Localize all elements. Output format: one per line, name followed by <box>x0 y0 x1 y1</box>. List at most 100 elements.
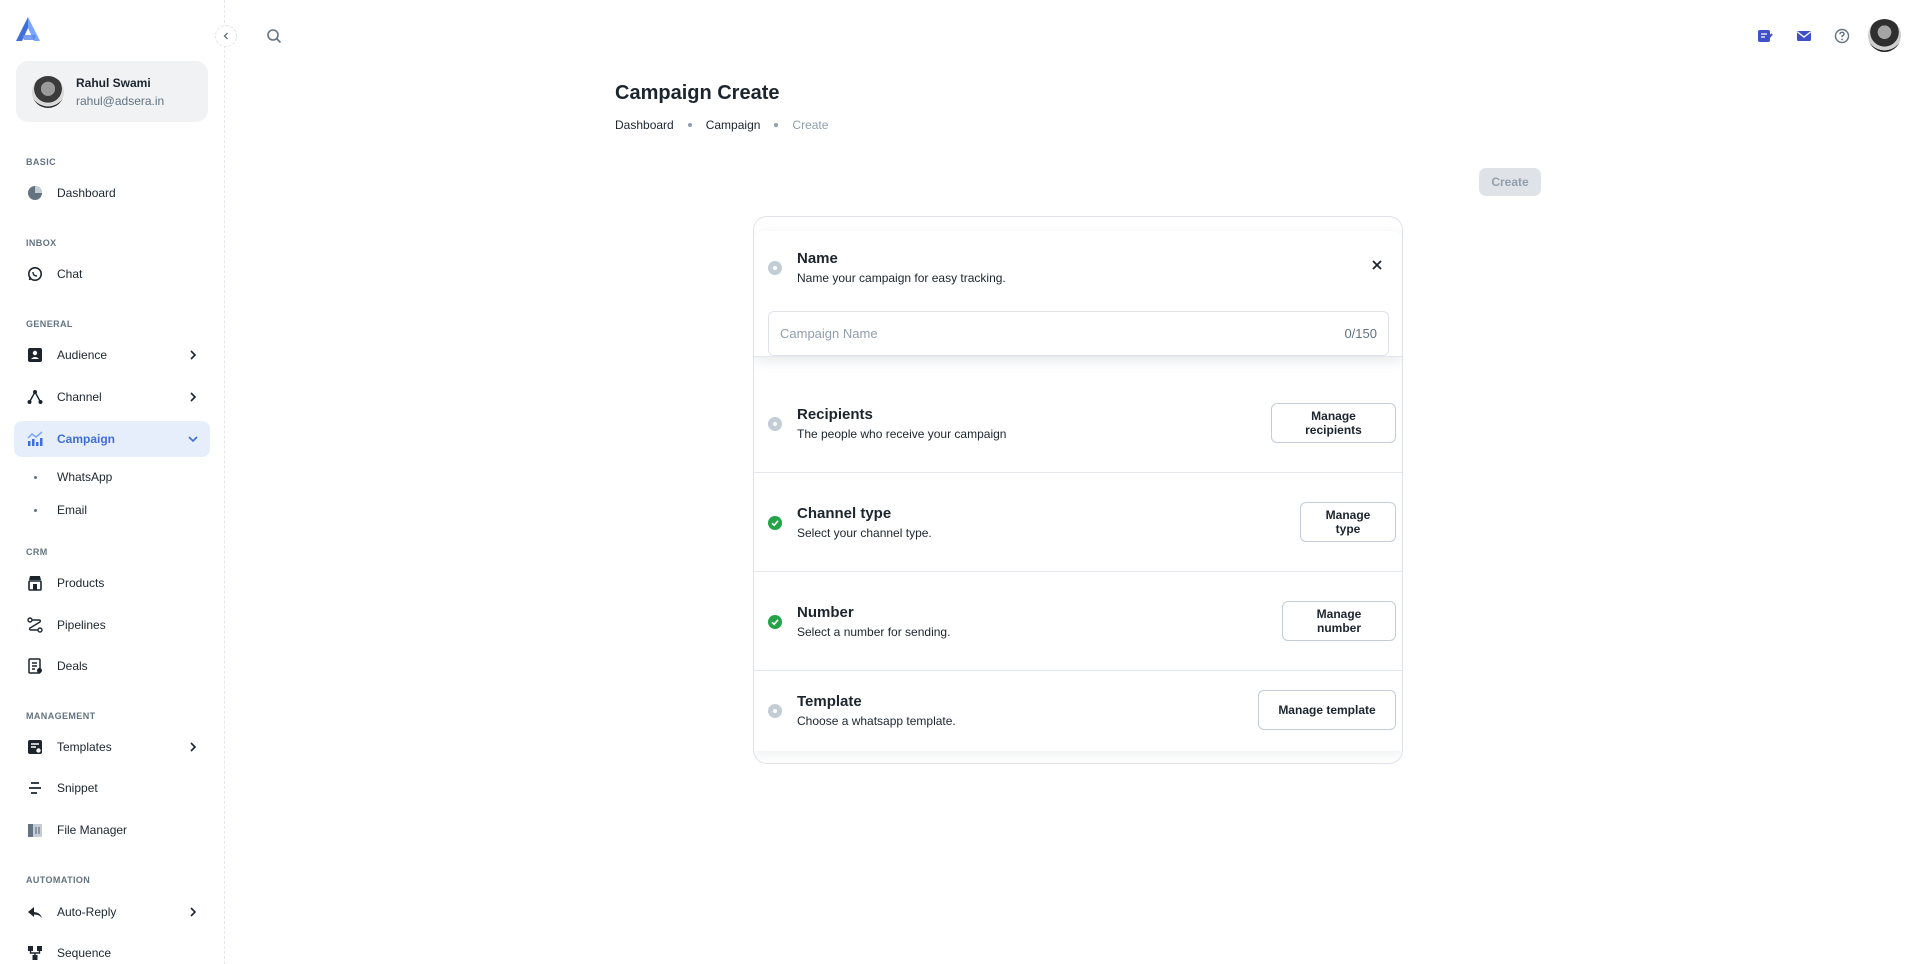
step-status-done-icon <box>768 615 782 629</box>
check-icon <box>771 520 779 527</box>
breadcrumb-create: Create <box>792 118 829 132</box>
sidebar-item-label: Channel <box>57 390 102 404</box>
sidebar-item-auto-reply[interactable]: Auto-Reply <box>14 894 210 930</box>
chevron-right-icon <box>190 392 197 402</box>
user-card[interactable]: Rahul Swami rahul@adsera.in <box>16 61 208 122</box>
text-lines-icon <box>26 779 44 797</box>
character-counter: 0/150 <box>1344 326 1377 341</box>
sidebar-item-sequence[interactable]: Sequence <box>14 935 210 964</box>
breadcrumb-dashboard[interactable]: Dashboard <box>615 118 674 132</box>
account-avatar[interactable] <box>1868 19 1901 52</box>
step-title: Channel type <box>797 505 892 522</box>
section-label-basic: BASIC <box>26 157 57 167</box>
sidebar-item-deals[interactable]: Deals <box>14 648 210 684</box>
section-label-general: GENERAL <box>26 319 73 329</box>
section-label-automation: AUTOMATION <box>26 875 91 885</box>
chevron-right-icon <box>190 907 197 917</box>
create-button[interactable]: Create <box>1479 168 1541 196</box>
sidebar-item-label: Auto-Reply <box>57 905 117 919</box>
sidebar-item-label: Templates <box>57 740 112 754</box>
step-title: Template <box>797 693 862 710</box>
step-status-pending-icon <box>768 417 782 431</box>
chart-icon <box>26 430 44 448</box>
sidebar-item-label: Snippet <box>57 781 98 795</box>
manage-number-button[interactable]: Manage number <box>1282 601 1396 641</box>
step-description: Select your channel type. <box>797 526 932 540</box>
template-icon <box>26 738 44 756</box>
sidebar-item-label: Pipelines <box>57 618 106 632</box>
sidebar-item-label: Products <box>57 576 105 590</box>
section-label-inbox: INBOX <box>26 238 57 248</box>
mail-button[interactable] <box>1795 27 1813 45</box>
step-status-pending-icon <box>768 261 782 275</box>
manage-recipients-button[interactable]: Manage recipients <box>1271 403 1396 443</box>
sidebar-item-label: Campaign <box>57 432 116 446</box>
app-logo[interactable] <box>14 16 42 42</box>
step-name: Name Name your campaign for easy trackin… <box>754 231 1402 357</box>
sidebar-item-campaign[interactable]: Campaign <box>14 421 210 457</box>
step-template: Template Choose a whatsapp template. Man… <box>754 671 1402 751</box>
route-icon <box>26 616 44 634</box>
step-status-done-icon <box>768 516 782 530</box>
section-label-crm: CRM <box>26 547 48 557</box>
check-icon <box>771 619 779 626</box>
shop-icon <box>26 574 44 592</box>
step-title: Name <box>797 250 838 267</box>
breadcrumb-campaign[interactable]: Campaign <box>706 118 761 132</box>
sidebar-item-dashboard[interactable]: Dashboard <box>14 175 210 211</box>
breadcrumb-separator <box>687 123 692 127</box>
help-button[interactable] <box>1833 27 1851 45</box>
chevron-right-icon <box>190 742 197 752</box>
breadcrumb-separator <box>774 123 779 127</box>
collapse-sidebar-button[interactable] <box>215 25 237 47</box>
sequence-icon <box>26 944 44 962</box>
step-description: Name your campaign for easy tracking. <box>797 271 1006 285</box>
manage-type-button[interactable]: Manage type <box>1300 502 1396 542</box>
document-icon <box>26 657 44 675</box>
notes-button[interactable] <box>1756 27 1774 45</box>
sidebar: Rahul Swami rahul@adsera.in BASIC Dashbo… <box>0 0 225 964</box>
step-status-pending-icon <box>768 704 782 718</box>
sidebar-item-label: Sequence <box>57 946 112 960</box>
sidebar-subitem-email[interactable]: Email <box>34 503 87 517</box>
folder-icon <box>26 821 44 839</box>
campaign-name-field[interactable]: 0/150 <box>768 311 1389 356</box>
step-number: Number Select a number for sending. Mana… <box>754 572 1402 671</box>
section-label-management: MANAGEMENT <box>26 711 96 721</box>
sidebar-item-chat[interactable]: Chat <box>14 256 210 292</box>
search-icon[interactable] <box>266 28 282 44</box>
step-description: Select a number for sending. <box>797 625 951 639</box>
network-icon <box>26 388 44 406</box>
sidebar-item-snippet[interactable]: Snippet <box>14 770 210 806</box>
sidebar-subitem-label: Email <box>57 503 88 517</box>
help-icon <box>1834 28 1850 44</box>
mail-icon <box>1797 31 1811 41</box>
sidebar-item-audience[interactable]: Audience <box>14 337 210 373</box>
dashboard-icon <box>26 184 44 202</box>
chevron-left-icon <box>223 32 228 40</box>
step-title: Number <box>797 604 854 621</box>
user-email: rahul@adsera.in <box>76 93 165 108</box>
sidebar-item-templates[interactable]: Templates <box>14 729 210 765</box>
chevron-right-icon <box>190 350 197 360</box>
page-title: Campaign Create <box>615 82 780 104</box>
sidebar-item-products[interactable]: Products <box>14 565 210 601</box>
sidebar-subitem-label: WhatsApp <box>57 470 113 484</box>
campaign-steps-card: Name Name your campaign for easy trackin… <box>753 216 1403 764</box>
campaign-name-input[interactable] <box>780 326 1345 341</box>
sidebar-item-channel[interactable]: Channel <box>14 379 210 415</box>
step-recipients: Recipients The people who receive your c… <box>754 374 1402 473</box>
contact-card-icon <box>26 346 44 364</box>
sidebar-item-label: File Manager <box>57 823 128 837</box>
manage-template-button[interactable]: Manage template <box>1258 690 1396 730</box>
close-icon[interactable] <box>1370 258 1384 272</box>
sidebar-item-pipelines[interactable]: Pipelines <box>14 607 210 643</box>
notes-icon <box>1758 30 1773 42</box>
sidebar-subitem-whatsapp[interactable]: WhatsApp <box>34 470 112 484</box>
step-description: The people who receive your campaign <box>797 427 1007 441</box>
user-avatar <box>32 75 64 108</box>
sidebar-item-file-manager[interactable]: File Manager <box>14 812 210 848</box>
sidebar-item-label: Dashboard <box>57 186 116 200</box>
chevron-down-icon <box>188 436 198 443</box>
step-channel-type: Channel type Select your channel type. M… <box>754 473 1402 572</box>
